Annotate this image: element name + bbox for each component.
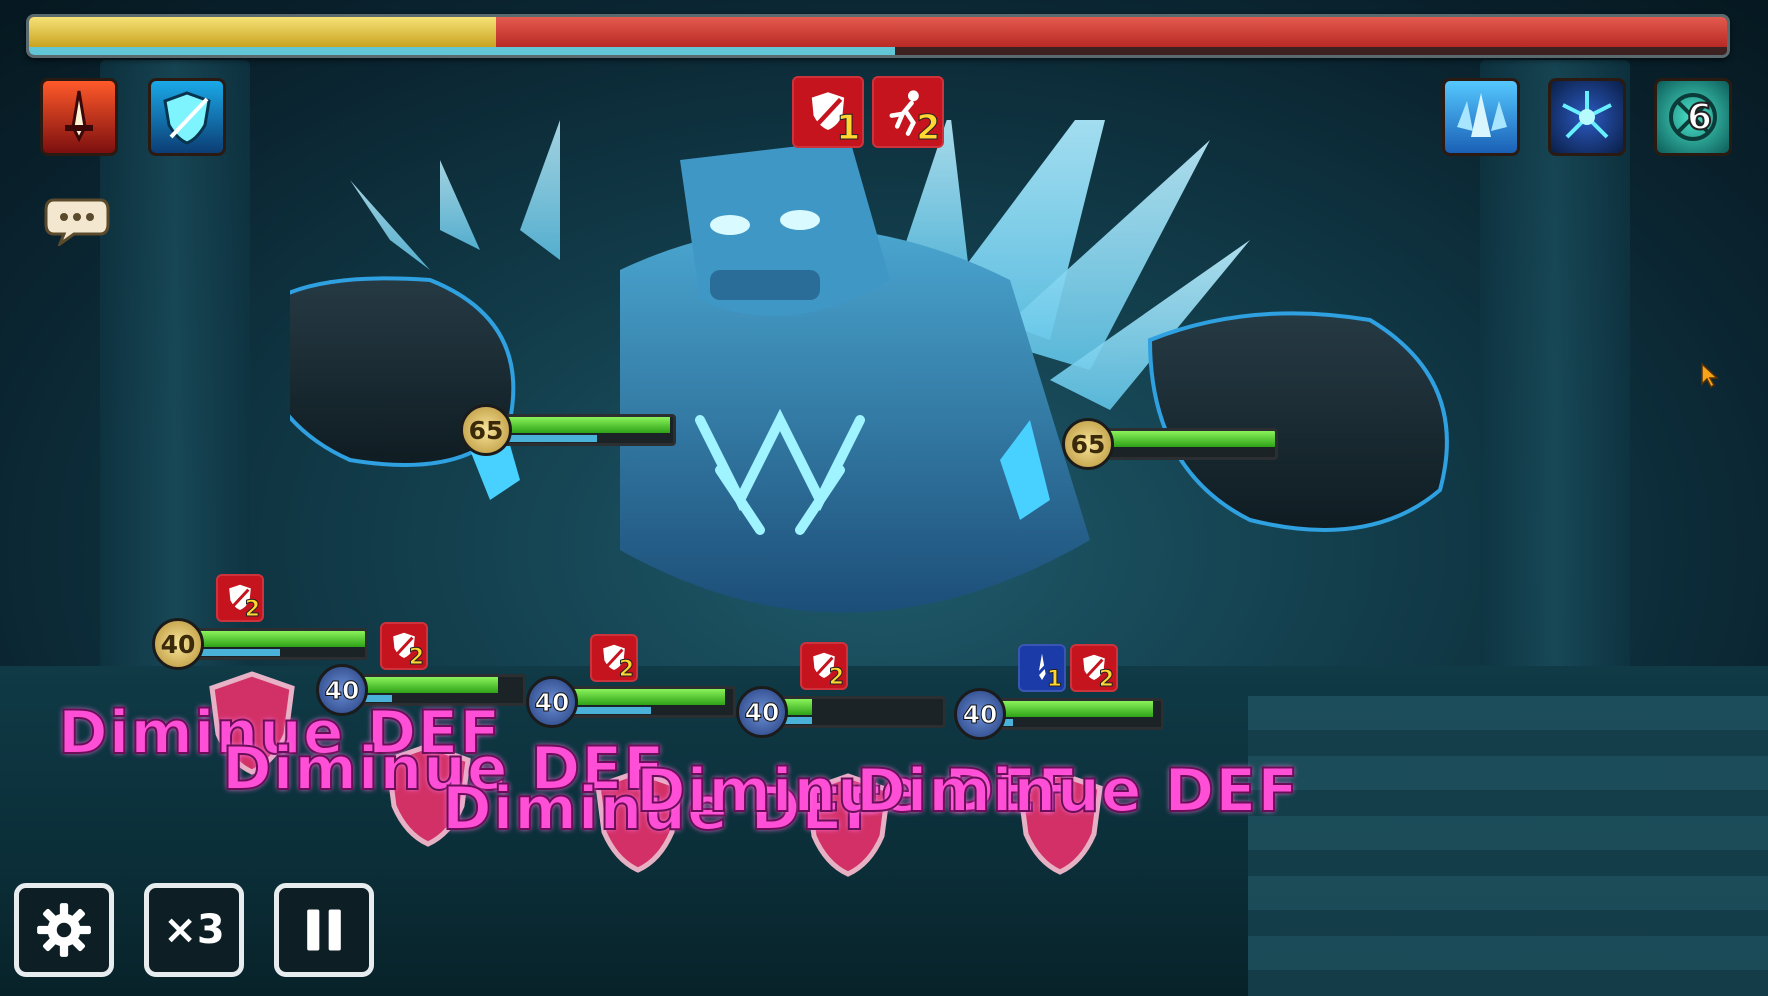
buff-stack-count: 6	[1686, 96, 1713, 139]
hp-bar	[566, 686, 736, 718]
level-badge: 40	[526, 676, 578, 728]
boss-hp-bar	[26, 14, 1730, 58]
team-unit-4[interactable]: 40	[736, 686, 956, 738]
hp-bar	[776, 696, 946, 728]
ice-nova-icon[interactable]	[1548, 78, 1626, 156]
defense-break-icon[interactable]: 2	[1070, 644, 1118, 693]
hp-bar	[192, 628, 368, 660]
level-badge: 65	[460, 404, 512, 456]
hp-bar	[994, 698, 1164, 730]
defense-break-icon[interactable]: 2	[380, 622, 428, 671]
speed-label: ×3	[163, 907, 225, 953]
level-badge: 40	[316, 664, 368, 716]
boss-atb-bar	[29, 47, 895, 55]
temple-stairs	[1248, 696, 1768, 996]
gear-icon	[37, 903, 91, 957]
level-badge: 65	[1062, 418, 1114, 470]
team-unit-1[interactable]: 40	[152, 618, 372, 670]
team-unit-3[interactable]: 40	[526, 676, 746, 728]
settings-button[interactable]	[14, 883, 114, 977]
attack-break-icon[interactable]: 1	[1018, 644, 1066, 693]
mouse-cursor-icon	[1701, 362, 1719, 388]
pause-icon	[307, 909, 341, 951]
combat-text: Diminue DEF	[855, 755, 1300, 827]
boss-right-fist-hp[interactable]: 65	[1062, 418, 1282, 470]
slow-icon[interactable]: 2	[872, 76, 944, 149]
defense-break-icon[interactable]: 2	[216, 574, 264, 623]
pause-button[interactable]	[274, 883, 374, 977]
battle-scene: 1 2 6 65 65 40 2 40 2 40 2 40 2 40 1 2 D…	[0, 0, 1768, 996]
boss-hp-yellow-segment	[29, 17, 496, 47]
level-badge: 40	[736, 686, 788, 738]
sword-attack-up-icon[interactable]	[40, 78, 118, 156]
boss-left-fist-hp[interactable]: 65	[460, 404, 680, 456]
level-badge: 40	[954, 688, 1006, 740]
chat-bubble-icon[interactable]	[44, 196, 110, 246]
defense-break-icon[interactable]: 1	[792, 76, 864, 149]
defense-break-icon[interactable]: 2	[800, 642, 848, 691]
defense-up-shield-icon[interactable]	[148, 78, 226, 156]
speed-button[interactable]: ×3	[144, 883, 244, 977]
team-unit-5[interactable]: 40	[954, 688, 1174, 740]
level-badge: 40	[152, 618, 204, 670]
hp-bar	[500, 414, 676, 446]
ice-shard-icon[interactable]	[1442, 78, 1520, 156]
defense-break-icon[interactable]: 2	[590, 634, 638, 683]
hp-bar	[1102, 428, 1278, 460]
frost-emblem-icon[interactable]: 6	[1654, 78, 1732, 156]
